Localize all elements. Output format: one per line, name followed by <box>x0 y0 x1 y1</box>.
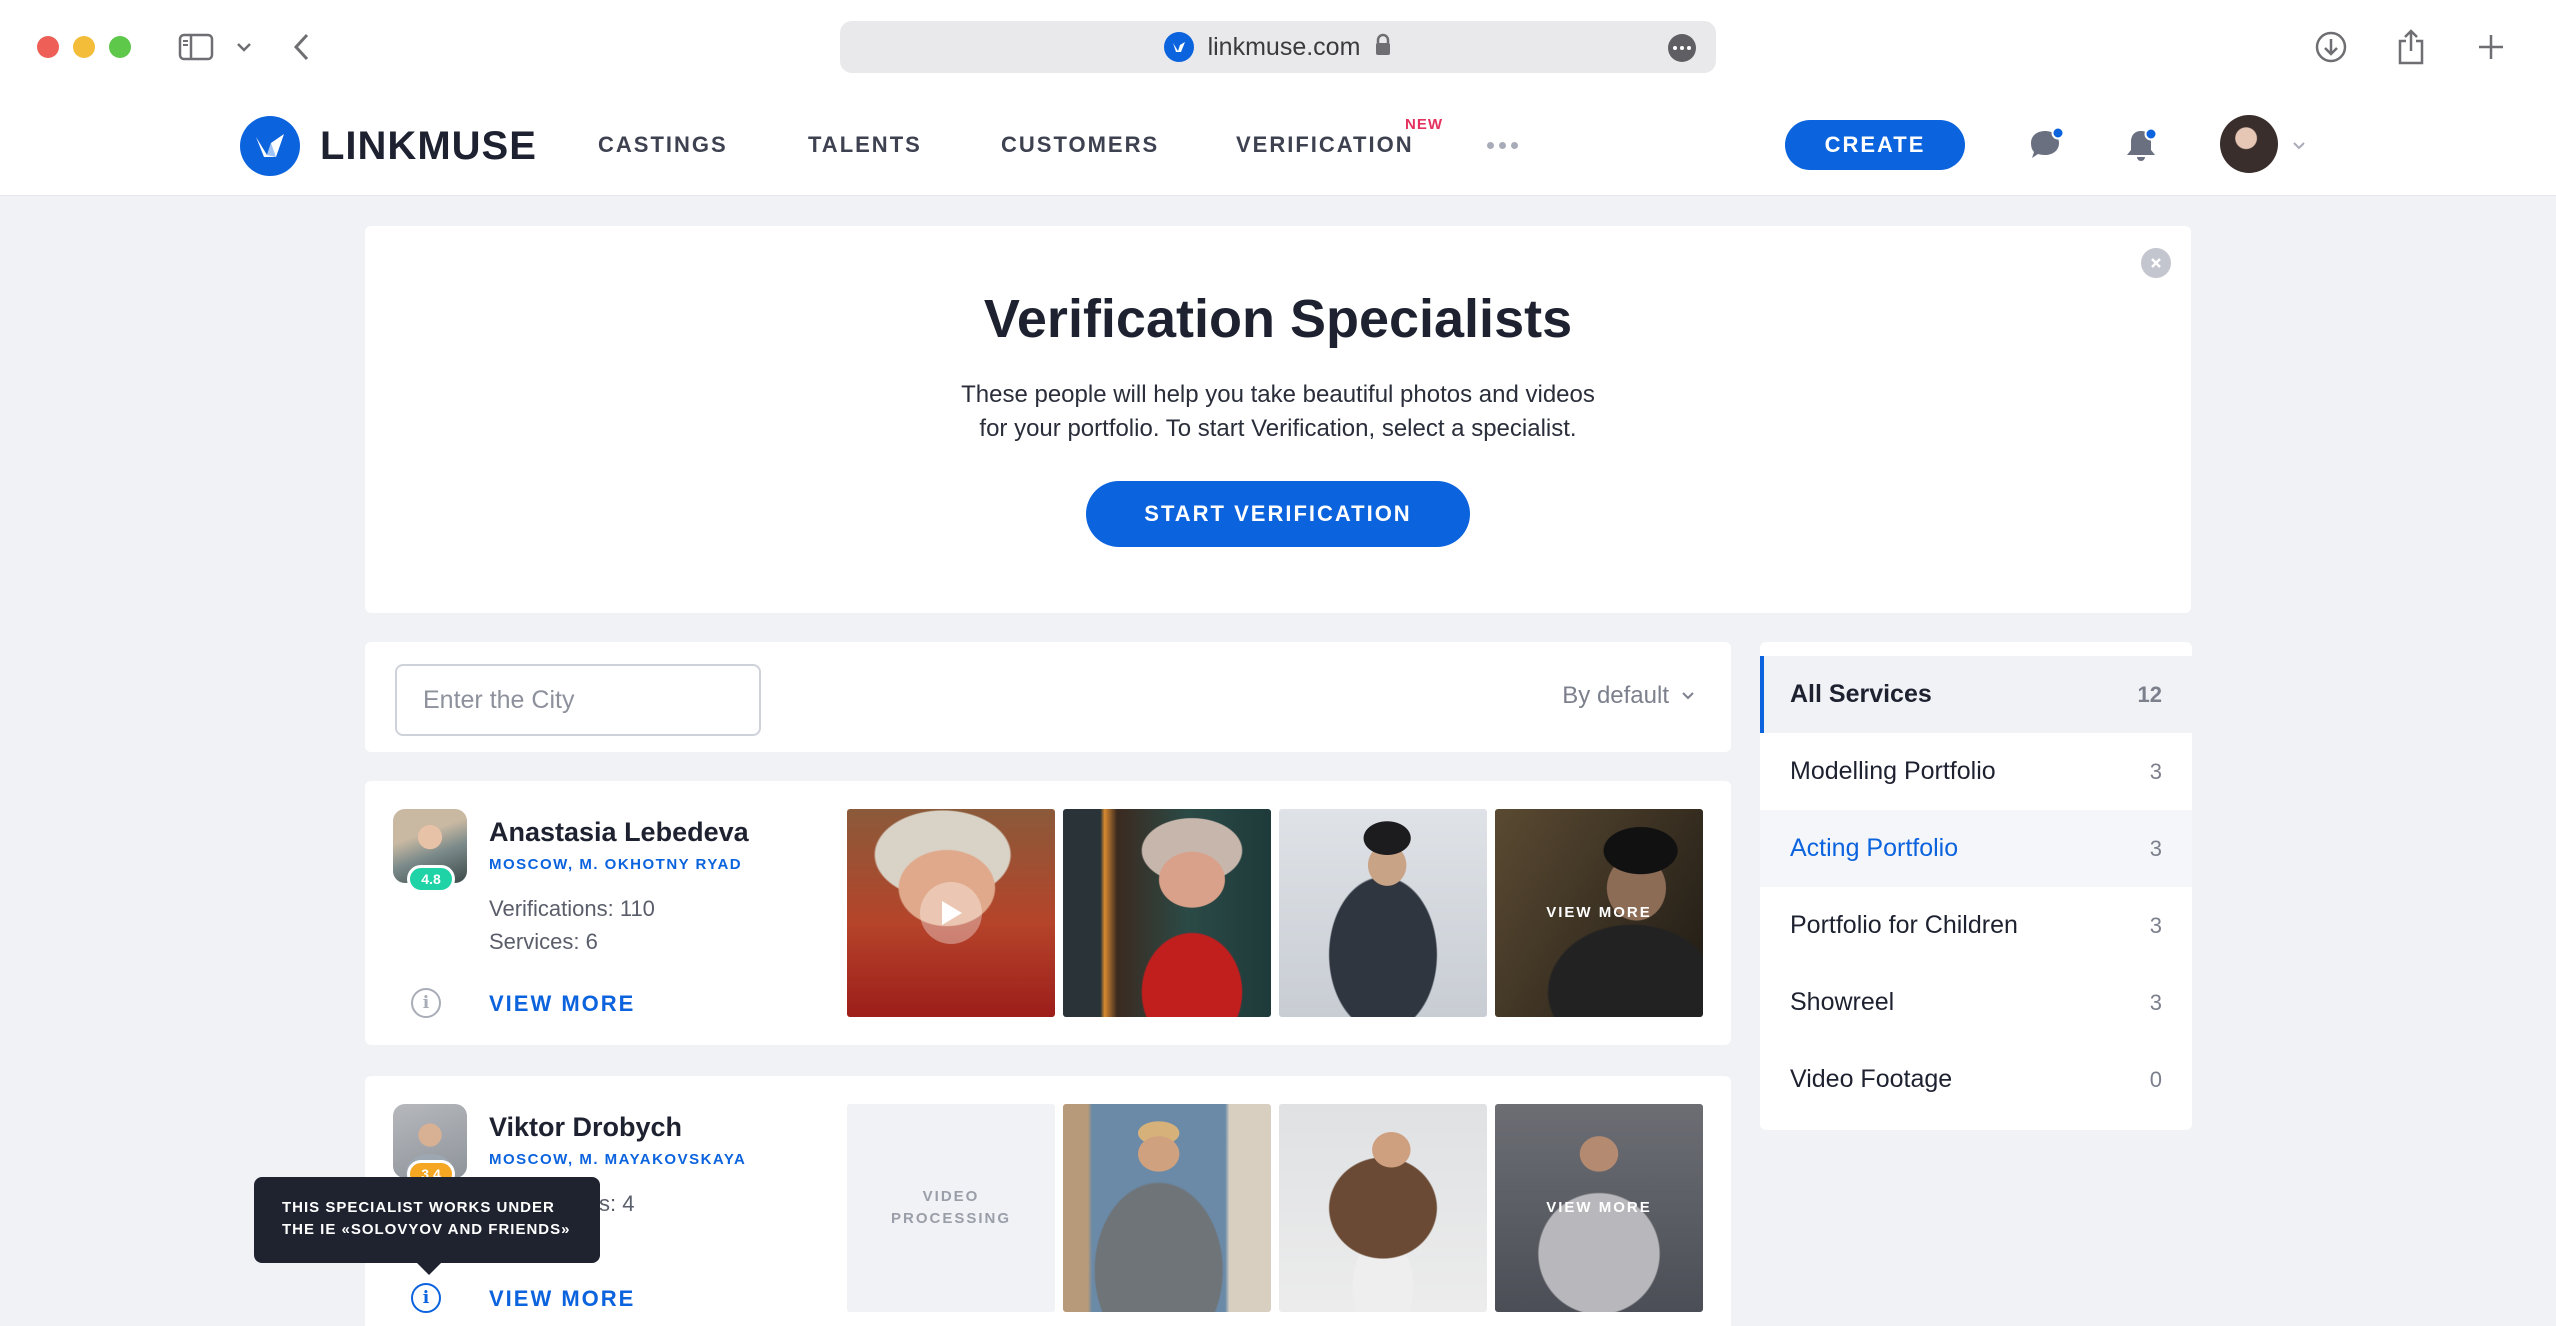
back-icon[interactable] <box>286 26 316 68</box>
address-bar[interactable]: linkmuse.com <box>840 21 1716 73</box>
service-label: All Services <box>1790 680 1932 708</box>
site-favicon-icon <box>1163 32 1194 62</box>
user-avatar[interactable] <box>2220 115 2278 173</box>
video-processing-label: VIDEO PROCESSING <box>847 1104 1055 1312</box>
portfolio-view-more-thumbnail[interactable]: VIEW MORE <box>1495 1104 1703 1312</box>
video-processing-line: VIDEO <box>922 1188 980 1205</box>
start-verification-button[interactable]: START VERIFICATION <box>1086 481 1470 547</box>
site-header: LINKMUSE CASTINGS TALENTS CUSTOMERS VERI… <box>0 94 2556 196</box>
chevron-down-icon[interactable] <box>232 26 256 68</box>
close-window-button[interactable] <box>37 36 59 58</box>
service-count: 3 <box>2149 758 2162 784</box>
sort-label: By default <box>1562 682 1669 709</box>
nav-verification[interactable]: VERIFICATION <box>1236 132 1414 158</box>
service-count: 12 <box>2137 681 2162 707</box>
specialist-location: MOSCOW, M. MAYAKOVSKAYA <box>489 1151 747 1168</box>
service-count: 3 <box>2149 835 2162 861</box>
verification-intro-card: Verification Specialists These people wi… <box>365 226 2191 613</box>
tooltip-line: THE IE «SOLOVYOV AND FRIENDS» <box>282 1221 571 1238</box>
logo[interactable]: LINKMUSE <box>240 116 537 176</box>
create-button[interactable]: CREATE <box>1785 120 1965 170</box>
service-count: 0 <box>2149 1066 2162 1092</box>
service-item-portfolio-for-children[interactable]: Portfolio for Children 3 <box>1760 887 2192 964</box>
portfolio-photo-thumbnail[interactable] <box>1063 809 1271 1017</box>
download-icon[interactable] <box>2312 26 2350 68</box>
browser-toolbar: linkmuse.com <box>0 0 2556 94</box>
portfolio-photo-thumbnail[interactable] <box>1063 1104 1271 1312</box>
portfolio-view-more-thumbnail[interactable]: VIEW MORE <box>1495 809 1703 1017</box>
rating-badge: 4.8 <box>407 865 455 893</box>
chevron-down-icon[interactable] <box>2292 138 2306 156</box>
specialist-name[interactable]: Viktor Drobych <box>489 1112 682 1143</box>
chevron-down-icon <box>1682 692 1694 700</box>
share-icon[interactable] <box>2392 26 2430 68</box>
tooltip-line: THIS SPECIALIST WORKS UNDER <box>282 1199 555 1216</box>
logo-icon <box>240 116 300 176</box>
service-label: Acting Portfolio <box>1790 834 1959 862</box>
services-filter-list: All Services 12 Modelling Portfolio 3 Ac… <box>1760 642 2192 1130</box>
view-more-link[interactable]: VIEW MORE <box>489 991 635 1017</box>
services-count: s: 4 <box>599 1191 635 1216</box>
maximize-window-button[interactable] <box>109 36 131 58</box>
portfolio-photo-thumbnail[interactable] <box>1279 1104 1487 1312</box>
description-line: for your portfolio. To start Verificatio… <box>979 415 1577 442</box>
messages-icon[interactable] <box>2025 124 2067 166</box>
sidebar-toggle-icon[interactable] <box>176 26 216 68</box>
service-count: 3 <box>2149 989 2162 1015</box>
sort-dropdown[interactable]: By default <box>1562 682 1695 710</box>
service-item-all-services[interactable]: All Services 12 <box>1760 656 2192 733</box>
verifications-count: Verifications: 110 <box>489 896 655 921</box>
service-label: Video Footage <box>1790 1065 1953 1093</box>
nav-castings[interactable]: CASTINGS <box>598 132 728 158</box>
service-label: Showreel <box>1790 988 1895 1016</box>
lock-icon <box>1374 33 1392 62</box>
page-description: These people will help you take beautifu… <box>365 378 2191 446</box>
service-label: Modelling Portfolio <box>1790 757 1996 785</box>
specialist-card: 4.8 Anastasia Lebedeva MOSCOW, M. OKHOTN… <box>365 781 1731 1045</box>
service-item-acting-portfolio[interactable]: Acting Portfolio 3 <box>1760 810 2192 887</box>
close-icon[interactable] <box>2141 248 2171 278</box>
thumbnail-view-more-label: VIEW MORE <box>1546 1199 1652 1216</box>
nav-talents[interactable]: TALENTS <box>808 132 922 158</box>
filter-bar: By default <box>365 642 1731 752</box>
specialist-info-tooltip: THIS SPECIALIST WORKS UNDER THE IE «SOLO… <box>254 1177 600 1275</box>
minimize-window-button[interactable] <box>73 36 95 58</box>
services-count: Services: 6 <box>489 929 598 954</box>
nav-customers[interactable]: CUSTOMERS <box>1001 132 1159 158</box>
service-item-showreel[interactable]: Showreel 3 <box>1760 964 2192 1041</box>
service-item-video-footage[interactable]: Video Footage 0 <box>1760 1041 2192 1118</box>
info-icon[interactable]: i <box>411 1283 441 1313</box>
play-icon[interactable] <box>920 882 982 944</box>
thumbnail-view-more-label: VIEW MORE <box>1546 904 1652 921</box>
video-processing-placeholder: VIDEO PROCESSING <box>847 1104 1055 1312</box>
new-tab-icon[interactable] <box>2472 26 2510 68</box>
city-search-input[interactable] <box>395 664 761 736</box>
url-text: linkmuse.com <box>1207 32 1361 61</box>
notifications-icon[interactable] <box>2120 124 2162 166</box>
video-processing-line: PROCESSING <box>890 1210 1012 1227</box>
view-more-link[interactable]: VIEW MORE <box>489 1286 635 1312</box>
specialist-name[interactable]: Anastasia Lebedeva <box>489 817 749 848</box>
service-count: 3 <box>2149 912 2162 938</box>
page-menu-icon[interactable] <box>1668 34 1696 62</box>
service-item-modelling-portfolio[interactable]: Modelling Portfolio 3 <box>1760 733 2192 810</box>
new-badge: NEW <box>1405 116 1443 133</box>
page-title: Verification Specialists <box>983 289 1573 349</box>
logo-text: LINKMUSE <box>320 123 537 168</box>
info-icon[interactable]: i <box>411 988 441 1018</box>
more-nav-icon[interactable] <box>1487 142 1518 149</box>
description-line: These people will help you take beautifu… <box>961 381 1595 408</box>
service-label: Portfolio for Children <box>1790 911 2018 939</box>
specialist-location: MOSCOW, M. OKHOTNY RYAD <box>489 856 743 873</box>
portfolio-video-thumbnail[interactable] <box>847 809 1055 1017</box>
portfolio-photo-thumbnail[interactable] <box>1279 809 1487 1017</box>
